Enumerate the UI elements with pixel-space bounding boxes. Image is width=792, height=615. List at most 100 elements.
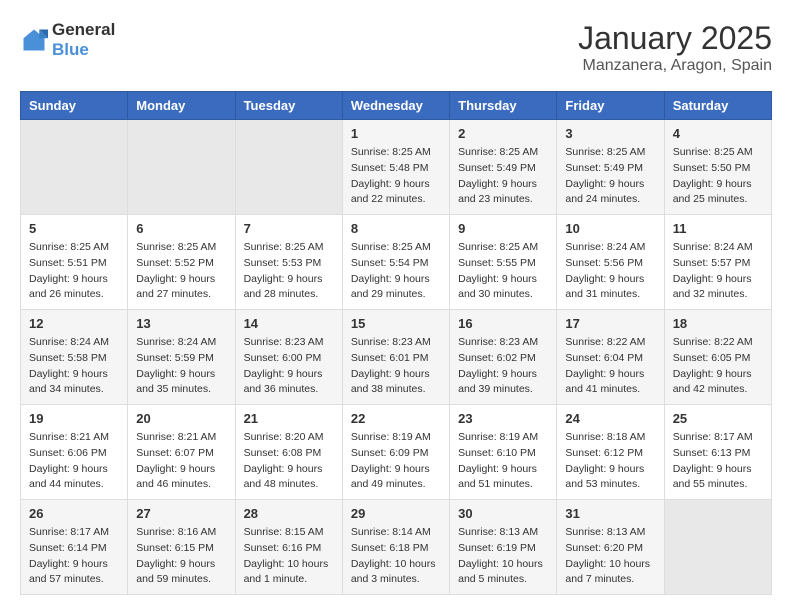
day-info: Sunrise: 8:25 AMSunset: 5:51 PMDaylight:… — [29, 240, 119, 303]
day-number: 28 — [244, 506, 334, 521]
week-row-0: 1 Sunrise: 8:25 AMSunset: 5:48 PMDayligh… — [21, 120, 772, 215]
day-info: Sunrise: 8:25 AMSunset: 5:52 PMDaylight:… — [136, 240, 226, 303]
day-number: 7 — [244, 221, 334, 236]
week-row-1: 5 Sunrise: 8:25 AMSunset: 5:51 PMDayligh… — [21, 215, 772, 310]
calendar-cell-1-1: 6 Sunrise: 8:25 AMSunset: 5:52 PMDayligh… — [128, 215, 235, 310]
header-wednesday: Wednesday — [342, 92, 449, 120]
header-saturday: Saturday — [664, 92, 771, 120]
calendar-cell-3-3: 22 Sunrise: 8:19 AMSunset: 6:09 PMDaylig… — [342, 405, 449, 500]
calendar-cell-2-2: 14 Sunrise: 8:23 AMSunset: 6:00 PMDaylig… — [235, 310, 342, 405]
day-info: Sunrise: 8:22 AMSunset: 6:05 PMDaylight:… — [673, 335, 763, 398]
week-row-4: 26 Sunrise: 8:17 AMSunset: 6:14 PMDaylig… — [21, 500, 772, 595]
day-number: 31 — [565, 506, 655, 521]
day-info: Sunrise: 8:13 AMSunset: 6:19 PMDaylight:… — [458, 525, 548, 588]
calendar-cell-4-0: 26 Sunrise: 8:17 AMSunset: 6:14 PMDaylig… — [21, 500, 128, 595]
calendar-subtitle: Manzanera, Aragon, Spain — [578, 57, 772, 75]
calendar-cell-3-4: 23 Sunrise: 8:19 AMSunset: 6:10 PMDaylig… — [450, 405, 557, 500]
day-info: Sunrise: 8:20 AMSunset: 6:08 PMDaylight:… — [244, 430, 334, 493]
calendar-cell-2-4: 16 Sunrise: 8:23 AMSunset: 6:02 PMDaylig… — [450, 310, 557, 405]
calendar-cell-3-2: 21 Sunrise: 8:20 AMSunset: 6:08 PMDaylig… — [235, 405, 342, 500]
day-info: Sunrise: 8:17 AMSunset: 6:13 PMDaylight:… — [673, 430, 763, 493]
day-number: 10 — [565, 221, 655, 236]
day-number: 17 — [565, 316, 655, 331]
day-number: 21 — [244, 411, 334, 426]
calendar-cell-1-0: 5 Sunrise: 8:25 AMSunset: 5:51 PMDayligh… — [21, 215, 128, 310]
day-info: Sunrise: 8:25 AMSunset: 5:49 PMDaylight:… — [458, 145, 548, 208]
calendar-title: January 2025 — [578, 20, 772, 57]
day-number: 27 — [136, 506, 226, 521]
calendar-cell-4-5: 31 Sunrise: 8:13 AMSunset: 6:20 PMDaylig… — [557, 500, 664, 595]
header-monday: Monday — [128, 92, 235, 120]
day-number: 13 — [136, 316, 226, 331]
day-info: Sunrise: 8:25 AMSunset: 5:54 PMDaylight:… — [351, 240, 441, 303]
day-number: 20 — [136, 411, 226, 426]
day-info: Sunrise: 8:16 AMSunset: 6:15 PMDaylight:… — [136, 525, 226, 588]
header-sunday: Sunday — [21, 92, 128, 120]
week-row-3: 19 Sunrise: 8:21 AMSunset: 6:06 PMDaylig… — [21, 405, 772, 500]
calendar-cell-1-5: 10 Sunrise: 8:24 AMSunset: 5:56 PMDaylig… — [557, 215, 664, 310]
day-info: Sunrise: 8:24 AMSunset: 5:58 PMDaylight:… — [29, 335, 119, 398]
day-number: 2 — [458, 126, 548, 141]
calendar-cell-4-4: 30 Sunrise: 8:13 AMSunset: 6:19 PMDaylig… — [450, 500, 557, 595]
calendar-cell-0-4: 2 Sunrise: 8:25 AMSunset: 5:49 PMDayligh… — [450, 120, 557, 215]
calendar-cell-2-5: 17 Sunrise: 8:22 AMSunset: 6:04 PMDaylig… — [557, 310, 664, 405]
day-number: 11 — [673, 221, 763, 236]
day-info: Sunrise: 8:14 AMSunset: 6:18 PMDaylight:… — [351, 525, 441, 588]
day-number: 26 — [29, 506, 119, 521]
day-info: Sunrise: 8:23 AMSunset: 6:02 PMDaylight:… — [458, 335, 548, 398]
calendar-cell-1-3: 8 Sunrise: 8:25 AMSunset: 5:54 PMDayligh… — [342, 215, 449, 310]
day-number: 1 — [351, 126, 441, 141]
calendar-cell-3-1: 20 Sunrise: 8:21 AMSunset: 6:07 PMDaylig… — [128, 405, 235, 500]
day-info: Sunrise: 8:17 AMSunset: 6:14 PMDaylight:… — [29, 525, 119, 588]
calendar-cell-3-0: 19 Sunrise: 8:21 AMSunset: 6:06 PMDaylig… — [21, 405, 128, 500]
calendar-cell-1-2: 7 Sunrise: 8:25 AMSunset: 5:53 PMDayligh… — [235, 215, 342, 310]
day-info: Sunrise: 8:18 AMSunset: 6:12 PMDaylight:… — [565, 430, 655, 493]
day-info: Sunrise: 8:23 AMSunset: 6:00 PMDaylight:… — [244, 335, 334, 398]
day-info: Sunrise: 8:25 AMSunset: 5:53 PMDaylight:… — [244, 240, 334, 303]
calendar-cell-0-3: 1 Sunrise: 8:25 AMSunset: 5:48 PMDayligh… — [342, 120, 449, 215]
day-number: 19 — [29, 411, 119, 426]
day-info: Sunrise: 8:25 AMSunset: 5:50 PMDaylight:… — [673, 145, 763, 208]
header-tuesday: Tuesday — [235, 92, 342, 120]
logo: General Blue — [20, 20, 115, 60]
day-number: 22 — [351, 411, 441, 426]
calendar-header-row: Sunday Monday Tuesday Wednesday Thursday… — [21, 92, 772, 120]
day-number: 30 — [458, 506, 548, 521]
calendar-cell-4-3: 29 Sunrise: 8:14 AMSunset: 6:18 PMDaylig… — [342, 500, 449, 595]
day-number: 14 — [244, 316, 334, 331]
day-number: 25 — [673, 411, 763, 426]
day-info: Sunrise: 8:23 AMSunset: 6:01 PMDaylight:… — [351, 335, 441, 398]
logo-icon — [20, 26, 48, 54]
calendar-cell-2-1: 13 Sunrise: 8:24 AMSunset: 5:59 PMDaylig… — [128, 310, 235, 405]
logo-text: General Blue — [52, 20, 115, 60]
day-info: Sunrise: 8:25 AMSunset: 5:48 PMDaylight:… — [351, 145, 441, 208]
day-number: 29 — [351, 506, 441, 521]
day-info: Sunrise: 8:19 AMSunset: 6:09 PMDaylight:… — [351, 430, 441, 493]
calendar-cell-4-6 — [664, 500, 771, 595]
day-number: 8 — [351, 221, 441, 236]
day-info: Sunrise: 8:21 AMSunset: 6:07 PMDaylight:… — [136, 430, 226, 493]
day-number: 4 — [673, 126, 763, 141]
calendar-cell-0-0 — [21, 120, 128, 215]
calendar-cell-0-6: 4 Sunrise: 8:25 AMSunset: 5:50 PMDayligh… — [664, 120, 771, 215]
calendar-cell-3-6: 25 Sunrise: 8:17 AMSunset: 6:13 PMDaylig… — [664, 405, 771, 500]
day-number: 9 — [458, 221, 548, 236]
header-friday: Friday — [557, 92, 664, 120]
day-info: Sunrise: 8:25 AMSunset: 5:49 PMDaylight:… — [565, 145, 655, 208]
calendar-cell-2-0: 12 Sunrise: 8:24 AMSunset: 5:58 PMDaylig… — [21, 310, 128, 405]
calendar-cell-4-1: 27 Sunrise: 8:16 AMSunset: 6:15 PMDaylig… — [128, 500, 235, 595]
title-block: January 2025 Manzanera, Aragon, Spain — [578, 20, 772, 75]
day-info: Sunrise: 8:15 AMSunset: 6:16 PMDaylight:… — [244, 525, 334, 588]
day-number: 3 — [565, 126, 655, 141]
day-number: 18 — [673, 316, 763, 331]
day-number: 5 — [29, 221, 119, 236]
header-thursday: Thursday — [450, 92, 557, 120]
day-number: 24 — [565, 411, 655, 426]
day-info: Sunrise: 8:21 AMSunset: 6:06 PMDaylight:… — [29, 430, 119, 493]
day-number: 23 — [458, 411, 548, 426]
calendar-cell-4-2: 28 Sunrise: 8:15 AMSunset: 6:16 PMDaylig… — [235, 500, 342, 595]
calendar-cell-1-6: 11 Sunrise: 8:24 AMSunset: 5:57 PMDaylig… — [664, 215, 771, 310]
calendar-cell-0-5: 3 Sunrise: 8:25 AMSunset: 5:49 PMDayligh… — [557, 120, 664, 215]
day-info: Sunrise: 8:22 AMSunset: 6:04 PMDaylight:… — [565, 335, 655, 398]
calendar-cell-2-3: 15 Sunrise: 8:23 AMSunset: 6:01 PMDaylig… — [342, 310, 449, 405]
